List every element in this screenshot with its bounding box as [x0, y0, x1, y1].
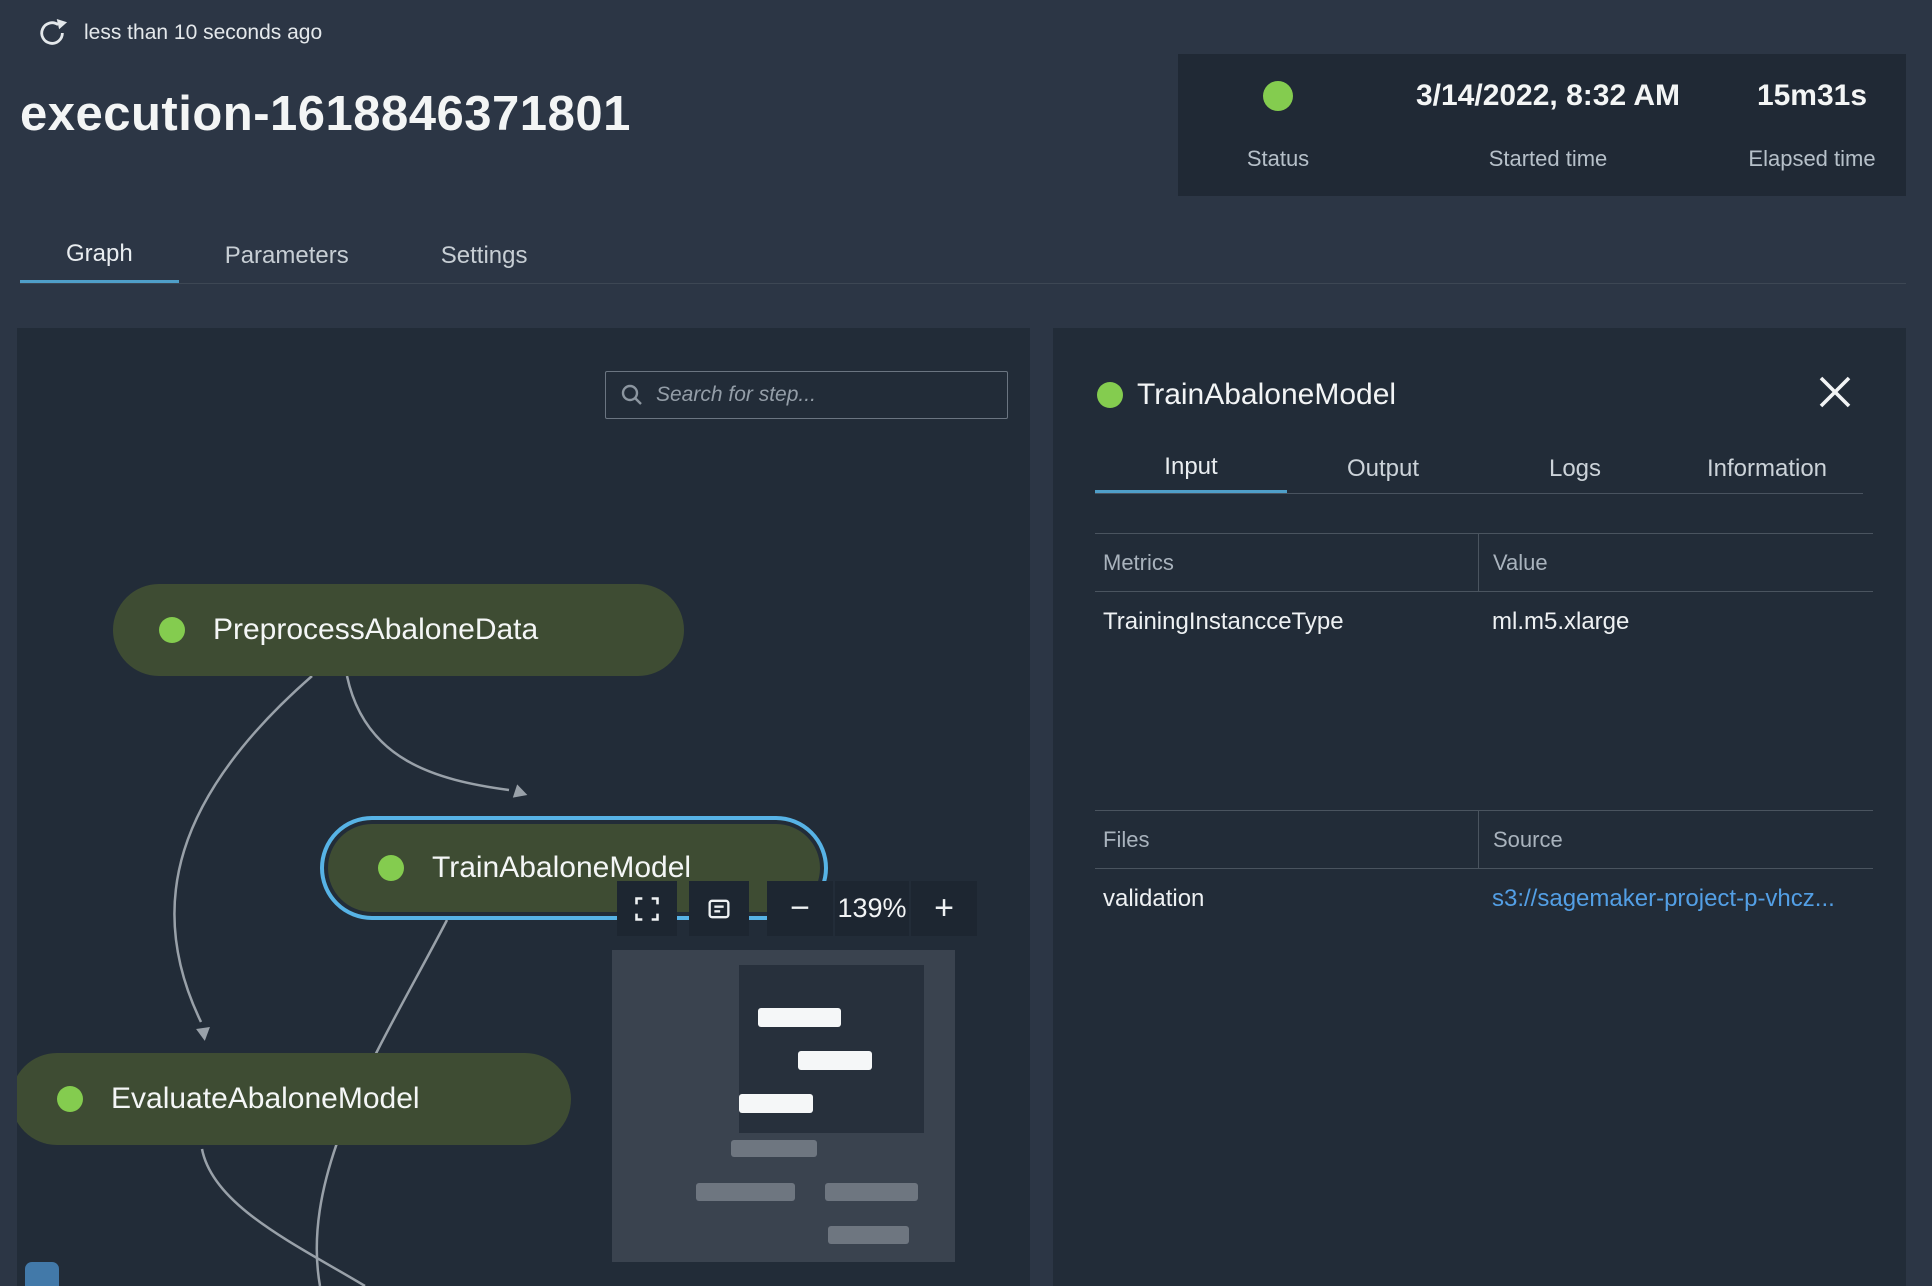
- node-label: TrainAbaloneModel: [432, 851, 692, 884]
- column-header-files: Files: [1103, 826, 1150, 852]
- minimap-node: [825, 1183, 918, 1201]
- status-label: Status: [1246, 146, 1310, 171]
- step-details-header: TrainAbaloneModel: [1097, 378, 1396, 412]
- node-status-dot: [159, 617, 185, 643]
- minus-icon: −: [790, 889, 810, 927]
- files-table: Files Source validation s3://sagemaker-p…: [1095, 810, 1873, 913]
- plus-icon: +: [934, 889, 954, 927]
- tab-input[interactable]: Input: [1095, 444, 1287, 493]
- search-icon: [621, 384, 642, 405]
- column-header-source: Source: [1478, 811, 1873, 868]
- graph-minimap[interactable]: [612, 950, 955, 1262]
- zoom-in-button[interactable]: +: [911, 881, 977, 936]
- step-status-dot: [1097, 382, 1123, 408]
- table-row: validation s3://sagemaker-project-p-vhcz…: [1095, 869, 1873, 913]
- node-evaluate-abalone-model[interactable]: EvaluateAbaloneModel: [17, 1053, 571, 1145]
- file-source-link[interactable]: s3://sagemaker-project-p-vhcz...: [1478, 885, 1873, 913]
- zoom-out-button[interactable]: −: [767, 881, 833, 936]
- metric-value: ml.m5.xlarge: [1492, 608, 1630, 635]
- table-row: TrainingInstancceType ml.m5.xlarge: [1095, 592, 1873, 636]
- auto-layout-icon: [708, 899, 730, 918]
- metrics-table: Metrics Value TrainingInstancceType ml.m…: [1095, 533, 1873, 636]
- started-time-label: Started time: [1488, 146, 1608, 171]
- page-title: execution-1618846371801: [20, 87, 631, 141]
- node-label: PreprocessAbaloneData: [213, 613, 539, 646]
- minimap-node: [758, 1008, 841, 1027]
- execution-tabbar: Graph Parameters Settings: [20, 228, 1906, 284]
- step-search-box: [605, 371, 1008, 419]
- metric-name: TrainingInstancceType: [1103, 608, 1344, 635]
- node-status-dot: [57, 1086, 83, 1112]
- step-details-tabbar: Input Output Logs Information: [1095, 444, 1863, 494]
- minimap-node: [798, 1051, 872, 1070]
- graph-toolbar: − 139% +: [617, 881, 977, 936]
- fit-to-screen-button[interactable]: [617, 881, 677, 936]
- execution-status-panel: Status 3/14/2022, 8:32 AM Started time 1…: [1178, 54, 1906, 196]
- elapsed-time-value: 15m31s: [1756, 79, 1868, 112]
- tab-graph[interactable]: Graph: [20, 228, 179, 283]
- minimap-node: [731, 1140, 817, 1157]
- elapsed-time-label: Elapsed time: [1748, 146, 1876, 171]
- dag-canvas[interactable]: PreprocessAbaloneData TrainAbaloneModel …: [17, 328, 1030, 1286]
- node-label: EvaluateAbaloneModel: [111, 1082, 420, 1115]
- started-time-column: 3/14/2022, 8:32 AM Started time: [1378, 54, 1718, 196]
- tab-settings[interactable]: Settings: [395, 228, 574, 283]
- refresh-row: less than 10 seconds ago: [38, 18, 322, 48]
- refresh-icon[interactable]: [38, 18, 68, 48]
- status-column: Status: [1178, 54, 1378, 196]
- minimap-node: [696, 1183, 795, 1201]
- file-name: validation: [1103, 885, 1205, 912]
- node-preprocess-abalone-data[interactable]: PreprocessAbaloneData: [113, 584, 684, 676]
- close-icon[interactable]: [1815, 372, 1855, 412]
- last-refreshed-text: less than 10 seconds ago: [84, 21, 323, 44]
- fit-to-screen-icon: [635, 896, 659, 921]
- tab-output[interactable]: Output: [1287, 444, 1479, 493]
- files-table-header: Files Source: [1095, 810, 1873, 869]
- minimap-node: [828, 1226, 909, 1244]
- zoom-level: 139%: [835, 881, 909, 936]
- started-time-value: 3/14/2022, 8:32 AM: [1415, 79, 1681, 112]
- tab-information[interactable]: Information: [1671, 444, 1863, 493]
- step-search-input[interactable]: [654, 382, 993, 408]
- column-header-metrics: Metrics: [1103, 549, 1174, 575]
- step-details-title: TrainAbaloneModel: [1137, 378, 1397, 411]
- metrics-table-header: Metrics Value: [1095, 533, 1873, 592]
- step-details-panel: TrainAbaloneModel Input Output Logs Info…: [1053, 328, 1906, 1286]
- tab-logs[interactable]: Logs: [1479, 444, 1671, 493]
- column-header-value: Value: [1478, 534, 1873, 591]
- partial-node-offscreen[interactable]: [25, 1262, 59, 1286]
- auto-layout-button[interactable]: [689, 881, 749, 936]
- minimap-node: [739, 1094, 813, 1113]
- elapsed-time-column: 15m31s Elapsed time: [1718, 54, 1906, 196]
- node-status-dot: [378, 855, 404, 881]
- status-success-dot: [1263, 81, 1293, 111]
- tab-parameters[interactable]: Parameters: [179, 228, 395, 283]
